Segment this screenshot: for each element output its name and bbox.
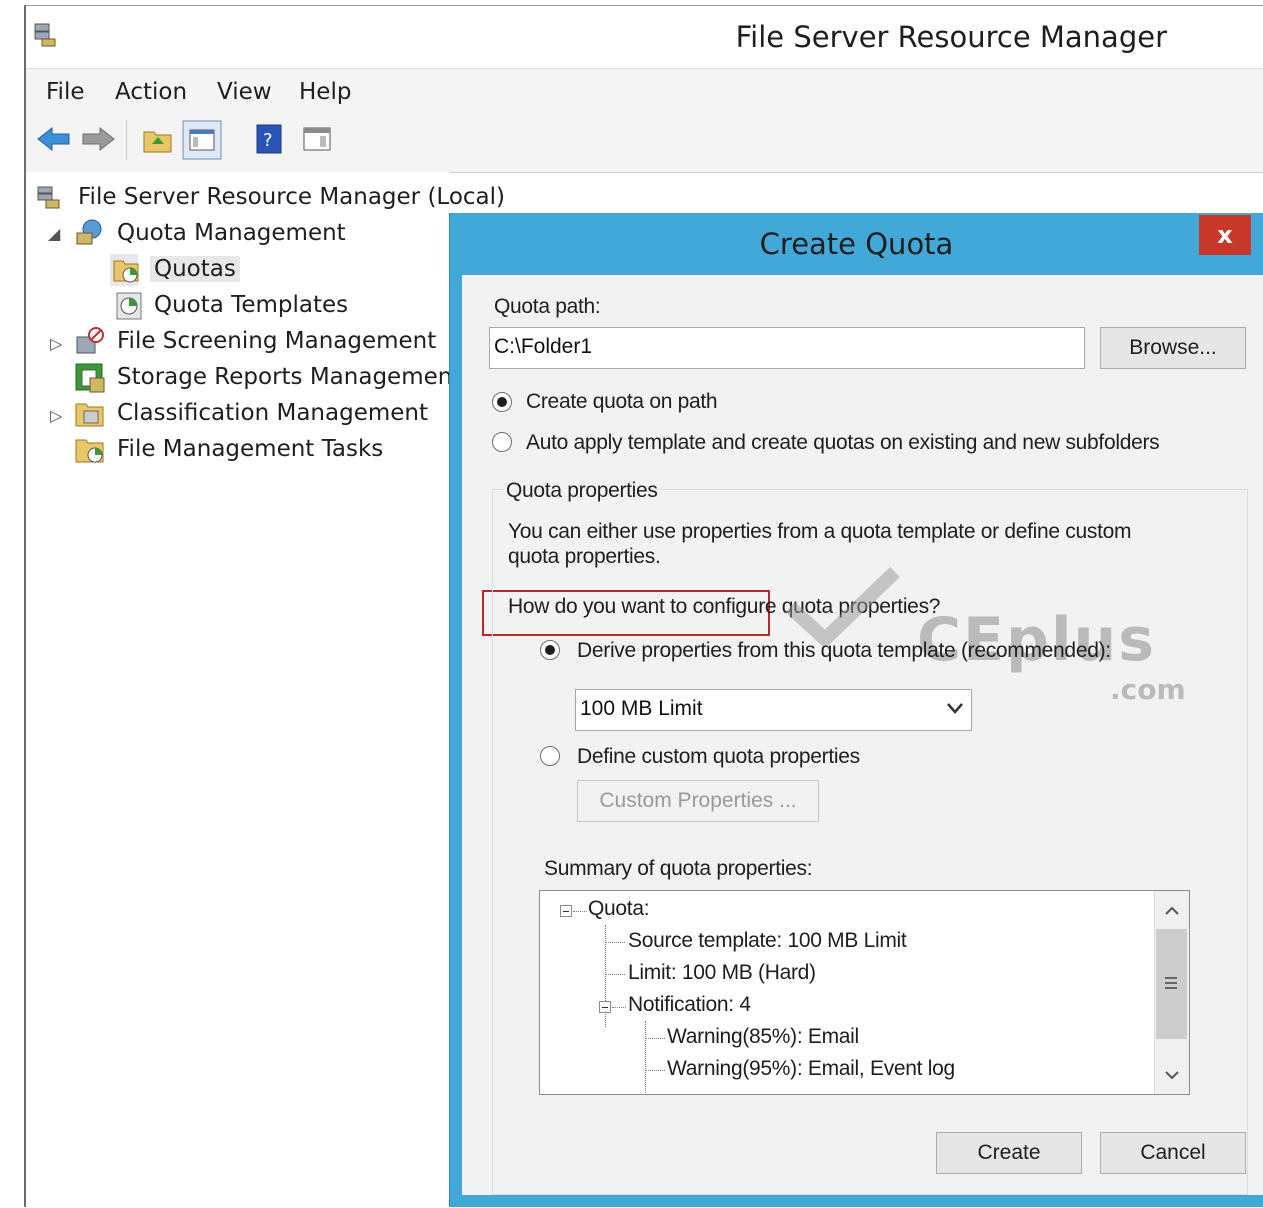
show-hide-console-tree-icon[interactable] [182,120,222,165]
file-screening-icon [74,325,106,362]
dialog-title: Create Quota [759,227,954,261]
tree-connector [605,974,625,975]
tree-connector [645,1070,665,1071]
scroll-thumb[interactable] [1156,929,1187,1039]
browse-button[interactable]: Browse... [1100,327,1246,369]
auto-apply-radio[interactable] [492,432,512,452]
back-icon[interactable] [36,124,72,159]
summary-quota: Quota: [588,897,650,920]
chevron-down-icon[interactable] [946,701,964,720]
tree-quota-management[interactable]: Quota Management [117,220,346,246]
server-icon [36,184,62,215]
menu-action[interactable]: Action [115,79,187,105]
window-title: File Server Resource Manager [735,20,1167,54]
storage-reports-icon [74,362,106,399]
cancel-button[interactable]: Cancel [1100,1132,1246,1174]
quota-path-label: Quota path: [494,295,601,318]
console-tree: File Server Resource Manager (Local) ◢ Q… [26,172,505,1208]
quota-templates-icon [116,292,142,325]
create-button[interactable]: Create [936,1132,1082,1174]
tree-connector [573,911,587,912]
create-quota-dialog: Create Quota x Quota path: C:\Folder1 Br… [449,213,1263,1207]
show-hide-action-pane-icon[interactable] [302,124,332,159]
custom-properties-button[interactable]: Custom Properties ... [577,780,819,822]
tree-connector [605,942,625,943]
quota-properties-label: Quota properties [504,479,660,503]
create-quota-label: Create quota on path [526,390,718,413]
tree-connector [645,1021,646,1094]
quota-management-icon [74,217,104,252]
summary-tree: Quota: Source template: 100 MB Limit Lim… [539,890,1190,1095]
expand-arrow-icon[interactable]: ▷ [50,334,62,354]
tree-connector [612,1007,626,1008]
custom-properties-label: Define custom quota properties [577,745,860,768]
summary-label: Summary of quota properties: [544,857,813,880]
derive-template-label: Derive properties from this quota templa… [577,639,1111,662]
quotas-icon [112,255,140,290]
close-button[interactable]: x [1199,215,1251,255]
tree-root[interactable]: File Server Resource Manager (Local) [78,184,505,210]
custom-properties-radio[interactable] [540,746,560,766]
collapse-icon[interactable] [599,1001,611,1013]
create-quota-radio[interactable] [492,392,512,412]
app-icon [32,22,58,53]
summary-source-template: Source template: 100 MB Limit [628,929,907,952]
expand-arrow-icon[interactable]: ▷ [50,406,62,426]
file-management-tasks-icon [74,434,106,471]
scroll-up-icon[interactable] [1165,903,1179,921]
summary-scrollbar[interactable] [1154,891,1189,1094]
collapse-arrow-icon[interactable]: ◢ [48,224,60,244]
up-folder-icon[interactable] [142,124,174,161]
menu-help[interactable]: Help [299,79,351,105]
toolbar-separator [126,120,127,160]
svg-text:?: ? [263,130,273,151]
summary-warning-85: Warning(85%): Email [667,1025,859,1048]
help-icon[interactable]: ? [256,124,282,159]
forward-icon[interactable] [80,124,116,159]
summary-limit: Limit: 100 MB (Hard) [628,961,816,984]
derive-template-radio[interactable] [540,640,560,660]
menu-bar: File Action View Help [26,68,1263,116]
tree-file-screening[interactable]: File Screening Management [117,328,436,354]
menu-file[interactable]: File [46,79,85,105]
toolbar: ? [26,114,1263,173]
tree-file-management-tasks[interactable]: File Management Tasks [117,436,383,462]
tree-quota-templates[interactable]: Quota Templates [154,292,348,318]
description-line-2: quota properties. [508,545,661,568]
scroll-down-icon[interactable] [1165,1067,1179,1085]
tree-classification[interactable]: Classification Management [117,400,428,426]
menu-view[interactable]: View [217,79,272,105]
summary-notification: Notification: 4 [628,993,751,1016]
tree-connector [645,1038,665,1039]
dialog-body: Quota path: C:\Folder1 Browse... Create … [462,275,1263,1195]
description-line-1: You can either use properties from a quo… [508,520,1132,543]
tree-quotas[interactable]: Quotas [150,256,240,282]
quota-path-input[interactable]: C:\Folder1 [489,327,1085,369]
title-bar: File Server Resource Manager [26,6,1263,68]
summary-warning-95: Warning(95%): Email, Event log [667,1057,955,1080]
classification-icon [74,398,106,435]
tree-storage-reports[interactable]: Storage Reports Management [117,364,461,390]
auto-apply-label: Auto apply template and create quotas on… [526,431,1160,454]
template-select[interactable]: 100 MB Limit [575,689,972,731]
watermark-subtext: .com [1110,673,1186,706]
collapse-icon[interactable] [560,905,572,917]
